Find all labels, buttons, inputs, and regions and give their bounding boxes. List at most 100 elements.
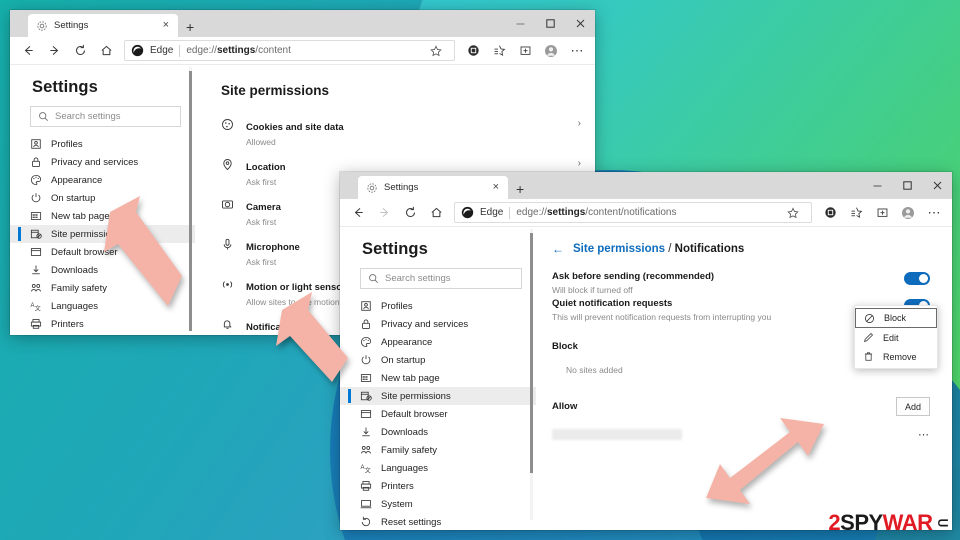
cookie-icon — [221, 118, 234, 131]
context-menu-item-block[interactable]: Block — [855, 308, 937, 328]
sidebar-item-label: Privacy and services — [51, 156, 139, 168]
address-bar[interactable]: Edge edge://settings/content/notificatio… — [454, 202, 812, 223]
sidebar-item-profiles[interactable]: Profiles — [10, 135, 195, 153]
chevron-right-icon[interactable]: › — [578, 158, 581, 169]
sidebar-item-new-tab-page[interactable]: New tab page — [10, 207, 195, 225]
chevron-right-icon[interactable]: › — [578, 118, 581, 129]
browser-window-notifications[interactable]: Settings × + Edge edge://settings/conten… — [340, 172, 952, 530]
bookmark-star-icon[interactable] — [781, 201, 805, 225]
profile-icon — [360, 300, 372, 312]
back-arrow-icon[interactable]: ← — [552, 243, 564, 255]
favorites-icon[interactable] — [844, 201, 868, 225]
bookmark-star-icon[interactable] — [424, 39, 448, 63]
sidebar-item-languages[interactable]: A 文 Languages — [340, 459, 536, 477]
sidebar-item-appearance[interactable]: Appearance — [10, 171, 195, 189]
block-group-label: Block — [552, 341, 578, 352]
forward-icon[interactable] — [372, 201, 396, 225]
site-context-menu[interactable]: Block Edit Remove — [854, 305, 938, 369]
profile-avatar-icon[interactable] — [896, 201, 920, 225]
browser-tab[interactable]: Settings × — [28, 14, 178, 37]
sidebar-scrollbar-thumb[interactable] — [530, 233, 533, 473]
address-bar[interactable]: Edge edge://settings/content — [124, 40, 455, 61]
reload-icon[interactable] — [398, 201, 422, 225]
sidebar-scrollbar-track[interactable] — [189, 67, 192, 331]
sidebar-item-label: Profiles — [51, 138, 83, 150]
watermark-part-4: ⸦ — [934, 513, 951, 535]
sidebar-item-profiles[interactable]: Profiles — [340, 297, 536, 315]
sidebar-item-on-startup[interactable]: On startup — [10, 189, 195, 207]
minimize-button[interactable] — [505, 10, 535, 37]
sidebar-item-family-safety[interactable]: Family safety — [340, 441, 536, 459]
sidebar-item-downloads[interactable]: Downloads — [10, 261, 195, 279]
apps-icon[interactable] — [513, 39, 537, 63]
sidebar-item-printers[interactable]: Printers — [340, 477, 536, 495]
sidebar-item-family-safety[interactable]: Family safety — [10, 279, 195, 297]
favorites-icon[interactable] — [487, 39, 511, 63]
settings-sidebar: Settings Search settings Profiles Privacy… — [340, 227, 536, 530]
profile-avatar-icon[interactable] — [539, 39, 563, 63]
sidebar-item-label: Languages — [51, 300, 99, 312]
search-input[interactable]: Search settings — [30, 106, 181, 127]
printer-icon — [360, 480, 372, 492]
sidebar-item-system[interactable]: System — [340, 495, 536, 513]
context-menu-item-remove[interactable]: Remove — [855, 347, 937, 366]
sidebar-item-label: Site permissions — [381, 390, 451, 402]
permission-name: Cookies and site data — [246, 122, 344, 133]
context-menu-item-edit[interactable]: Edit — [855, 328, 937, 347]
collections-icon[interactable] — [461, 39, 485, 63]
site-more-options-icon[interactable]: ⋯ — [918, 428, 930, 441]
sidebar-scrollbar-thumb[interactable] — [189, 71, 192, 331]
reload-icon[interactable] — [68, 39, 92, 63]
sidebar-item-privacy-and-services[interactable]: Privacy and services — [340, 315, 536, 333]
home-icon[interactable] — [424, 201, 448, 225]
sidebar-item-label: Printers — [381, 480, 414, 492]
maximize-button[interactable] — [892, 172, 922, 199]
close-button[interactable] — [922, 172, 952, 199]
settings-content: ← Site permissions / Notifications Ask b… — [536, 227, 952, 530]
sidebar-item-system[interactable]: System — [10, 333, 195, 335]
collections-icon[interactable] — [818, 201, 842, 225]
sidebar-item-default-browser[interactable]: Default browser — [10, 243, 195, 261]
sidebar-scrollbar-track[interactable] — [530, 229, 533, 520]
sidebar-item-languages[interactable]: A 文 Languages — [10, 297, 195, 315]
more-options-icon[interactable]: ⋯ — [922, 201, 946, 225]
titlebar: Settings × + — [340, 172, 952, 199]
tab-close-button[interactable]: × — [160, 20, 172, 31]
browser-tab[interactable]: Settings × — [358, 176, 508, 199]
sidebar-item-site-permissions[interactable]: Site permissions — [340, 387, 536, 405]
home-icon[interactable] — [94, 39, 118, 63]
maximize-button[interactable] — [535, 10, 565, 37]
sidebar-item-new-tab-page[interactable]: New tab page — [340, 369, 536, 387]
sidebar-item-reset-settings[interactable]: Reset settings — [340, 513, 536, 530]
forward-icon[interactable] — [42, 39, 66, 63]
permission-status: Allowed — [246, 137, 276, 147]
back-icon[interactable] — [346, 201, 370, 225]
tab-close-button[interactable]: × — [490, 182, 502, 193]
close-button[interactable] — [565, 10, 595, 37]
permission-name: Microphone — [246, 242, 300, 253]
toggle-switch[interactable] — [904, 272, 930, 285]
minimize-button[interactable] — [862, 172, 892, 199]
breadcrumb-parent-link[interactable]: Site permissions — [573, 243, 665, 255]
sidebar-item-label: Downloads — [51, 264, 98, 276]
breadcrumb-text: Site permissions / Notifications — [573, 243, 744, 255]
allow-site-row[interactable]: ⋯ — [552, 428, 952, 441]
sidebar-item-downloads[interactable]: Downloads — [340, 423, 536, 441]
sidebar-item-default-browser[interactable]: Default browser — [340, 405, 536, 423]
back-icon[interactable] — [16, 39, 40, 63]
new-tab-button[interactable]: + — [516, 182, 524, 196]
sidebar-item-label: Printers — [51, 318, 84, 330]
more-options-icon[interactable]: ⋯ — [565, 39, 589, 63]
sidebar-item-privacy-and-services[interactable]: Privacy and services — [10, 153, 195, 171]
sidebar-item-printers[interactable]: Printers — [10, 315, 195, 333]
new-tab-button[interactable]: + — [186, 20, 194, 34]
apps-icon[interactable] — [870, 201, 894, 225]
sidebar-item-site-permissions[interactable]: Site permissions — [10, 225, 195, 243]
permission-row-cookies-and-site-data[interactable]: Cookies and site data Allowed › — [221, 112, 595, 152]
palette-icon — [30, 174, 42, 186]
sidebar-item-on-startup[interactable]: On startup — [340, 351, 536, 369]
sidebar-item-appearance[interactable]: Appearance — [340, 333, 536, 351]
search-input[interactable]: Search settings — [360, 268, 522, 289]
power-icon — [30, 192, 42, 204]
allow-add-button[interactable]: Add — [896, 397, 930, 416]
